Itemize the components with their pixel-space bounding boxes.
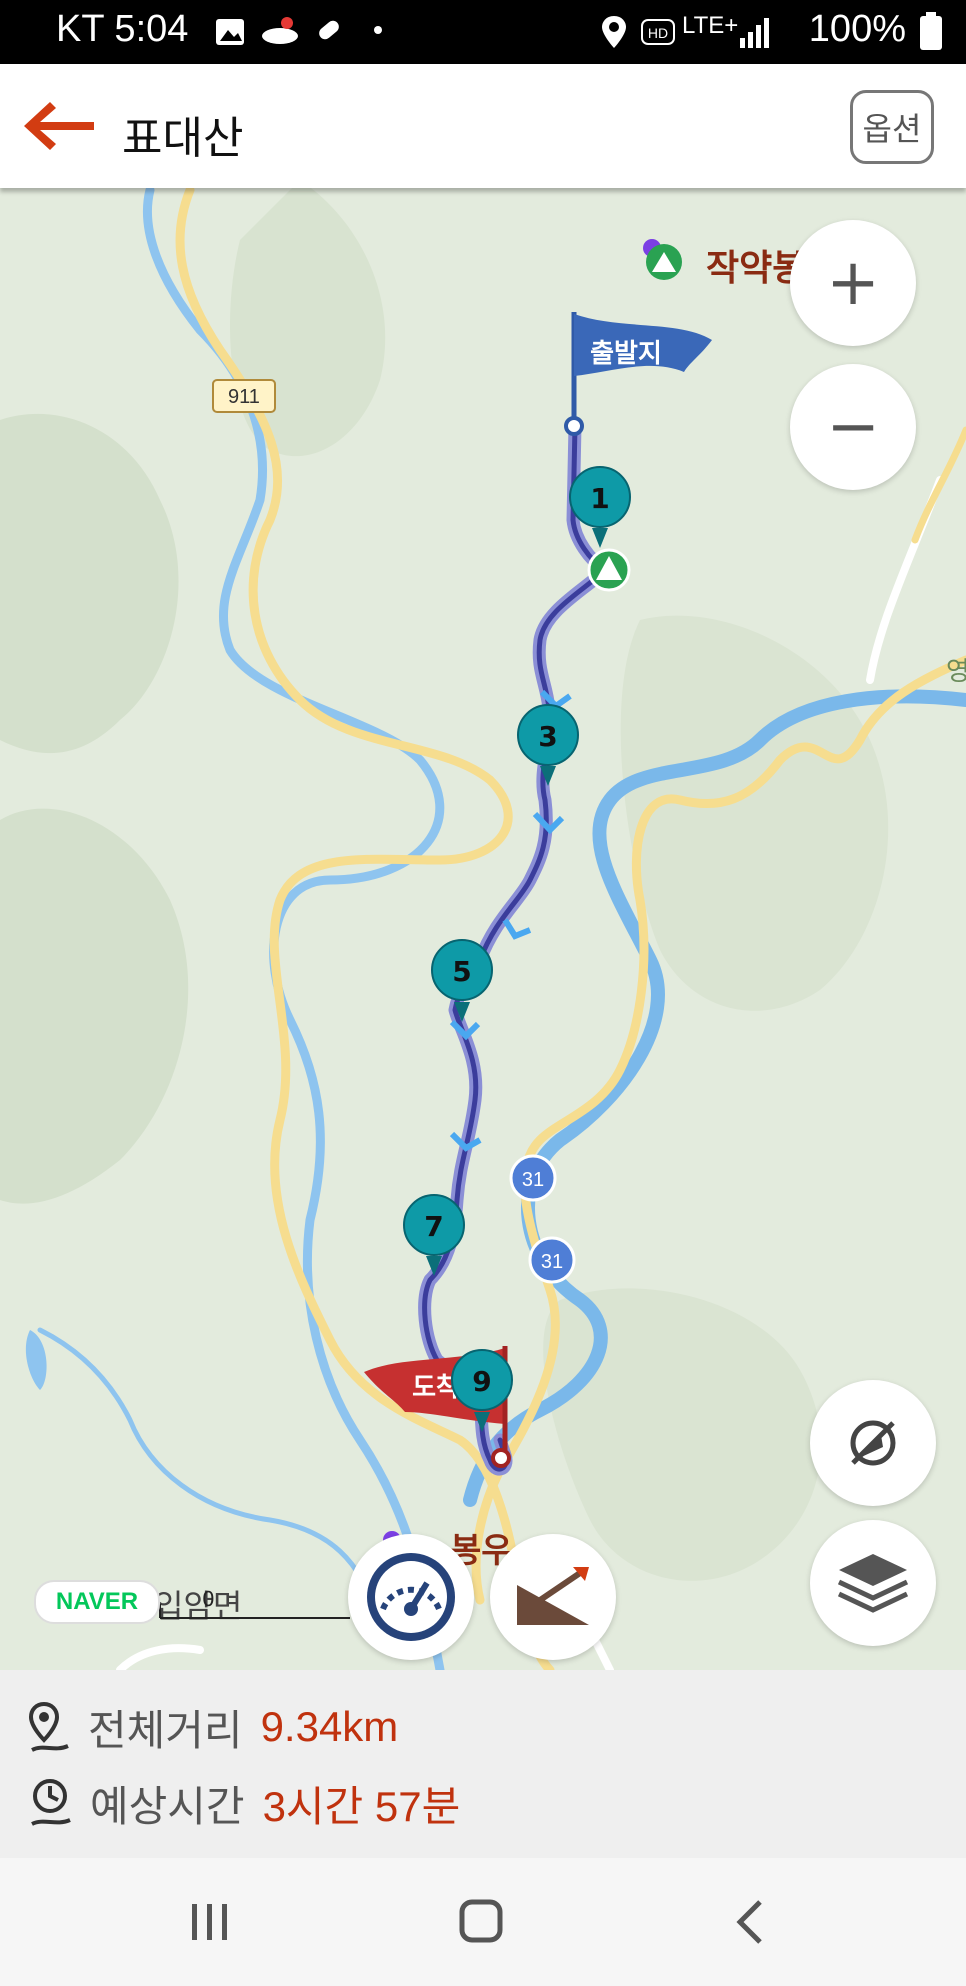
location-icon: [602, 16, 626, 48]
battery-percent: 100%: [808, 8, 906, 50]
clock-pin-icon: [31, 1779, 71, 1826]
time-row: 예상시간 3시간 57분: [28, 1768, 460, 1838]
svg-text:3: 3: [538, 720, 557, 753]
dot-icon: [374, 26, 382, 34]
svg-text:HD: HD: [648, 25, 668, 41]
pond: [25, 1330, 47, 1390]
terrain-area: [620, 615, 889, 1011]
page-title: 표대산: [122, 113, 244, 164]
speedometer-button[interactable]: [348, 1534, 474, 1660]
distance-pin-icon: [28, 1701, 69, 1752]
minor-road: [116, 1644, 204, 1670]
status-bar: KT 5:04 HD LTE+ 100%: [0, 0, 966, 64]
network-type: LTE+: [682, 12, 739, 39]
back-arrow-icon[interactable]: [18, 94, 98, 158]
distance-value: 9.34km: [260, 1703, 399, 1750]
start-flag-marker[interactable]: 출발지: [564, 312, 712, 436]
svg-text:31: 31: [541, 1251, 563, 1273]
start-flag-label: 출발지: [590, 339, 662, 369]
svg-text:911: 911: [228, 386, 260, 408]
app-header: 표대산 옵션: [0, 64, 966, 188]
home-icon[interactable]: [440, 1892, 520, 1952]
waypoint-marker[interactable]: 3: [517, 704, 579, 786]
options-button[interactable]: 옵션: [850, 90, 934, 164]
options-button-label: 옵션: [862, 110, 922, 148]
road-31-shield: 31: [528, 1236, 576, 1284]
svg-text:31: 31: [522, 1169, 544, 1191]
map-layers-button[interactable]: [810, 1520, 936, 1646]
time-value: 3시간 57분: [262, 1782, 461, 1830]
distance-label: 전체거리: [88, 1705, 243, 1755]
road-31-shield: 31: [509, 1154, 557, 1202]
map-edge-label: 영: [946, 657, 966, 687]
time-label: 예상시간: [90, 1781, 245, 1831]
recent-apps-icon[interactable]: [170, 1892, 250, 1952]
layers-icon: [837, 1554, 909, 1613]
peak-poi-icon[interactable]: [643, 239, 682, 280]
zoom-in-button[interactable]: +: [790, 220, 916, 346]
status-notification-icons: [216, 17, 339, 45]
naver-logo: NAVER: [34, 1580, 160, 1624]
terrain-area: [0, 808, 189, 1204]
terrain-area: [543, 1288, 821, 1581]
hd-icon: HD: [641, 19, 675, 45]
route-info-panel: 전체거리 9.34km 예상시간 3시간 57분: [0, 1670, 966, 1858]
map-view[interactable]: 911 31 31 작약봉 영 출발지 도착 1 3 5 7 9 봉우 입암면 …: [0, 188, 966, 1670]
svg-text:9: 9: [472, 1365, 491, 1398]
elevation-icon: [517, 1567, 589, 1625]
zoom-in-icon: +: [826, 246, 880, 320]
location-tracking-button[interactable]: [810, 1380, 936, 1506]
town-label: 입암면: [154, 1587, 242, 1625]
road-911-shield: 911: [212, 379, 276, 413]
direction-chevron-icon: [502, 918, 532, 940]
speedometer-icon: [367, 1553, 455, 1641]
svg-text:5: 5: [452, 955, 471, 988]
zoom-out-icon: −: [826, 390, 880, 464]
terrain-area: [0, 413, 179, 754]
minor-road: [911, 426, 966, 544]
distance-row: 전체거리 9.34km: [28, 1692, 398, 1762]
svg-text:7: 7: [424, 1210, 443, 1243]
status-time: KT 5:04: [56, 8, 189, 50]
back-icon[interactable]: [712, 1892, 792, 1952]
waypoint-marker[interactable]: 5: [431, 939, 493, 1022]
compass-off-icon: [850, 1420, 896, 1466]
elevation-button[interactable]: [490, 1534, 616, 1660]
svg-text:1: 1: [590, 482, 609, 515]
battery-icon: [920, 12, 942, 50]
system-nav-bar: [0, 1858, 966, 1986]
scale-bar-label: 0: [202, 1587, 215, 1611]
peak-on-route-icon[interactable]: [587, 548, 631, 592]
signal-icon: [740, 18, 769, 48]
zoom-out-button[interactable]: −: [790, 364, 916, 490]
waypoint-marker[interactable]: 7: [403, 1194, 465, 1276]
